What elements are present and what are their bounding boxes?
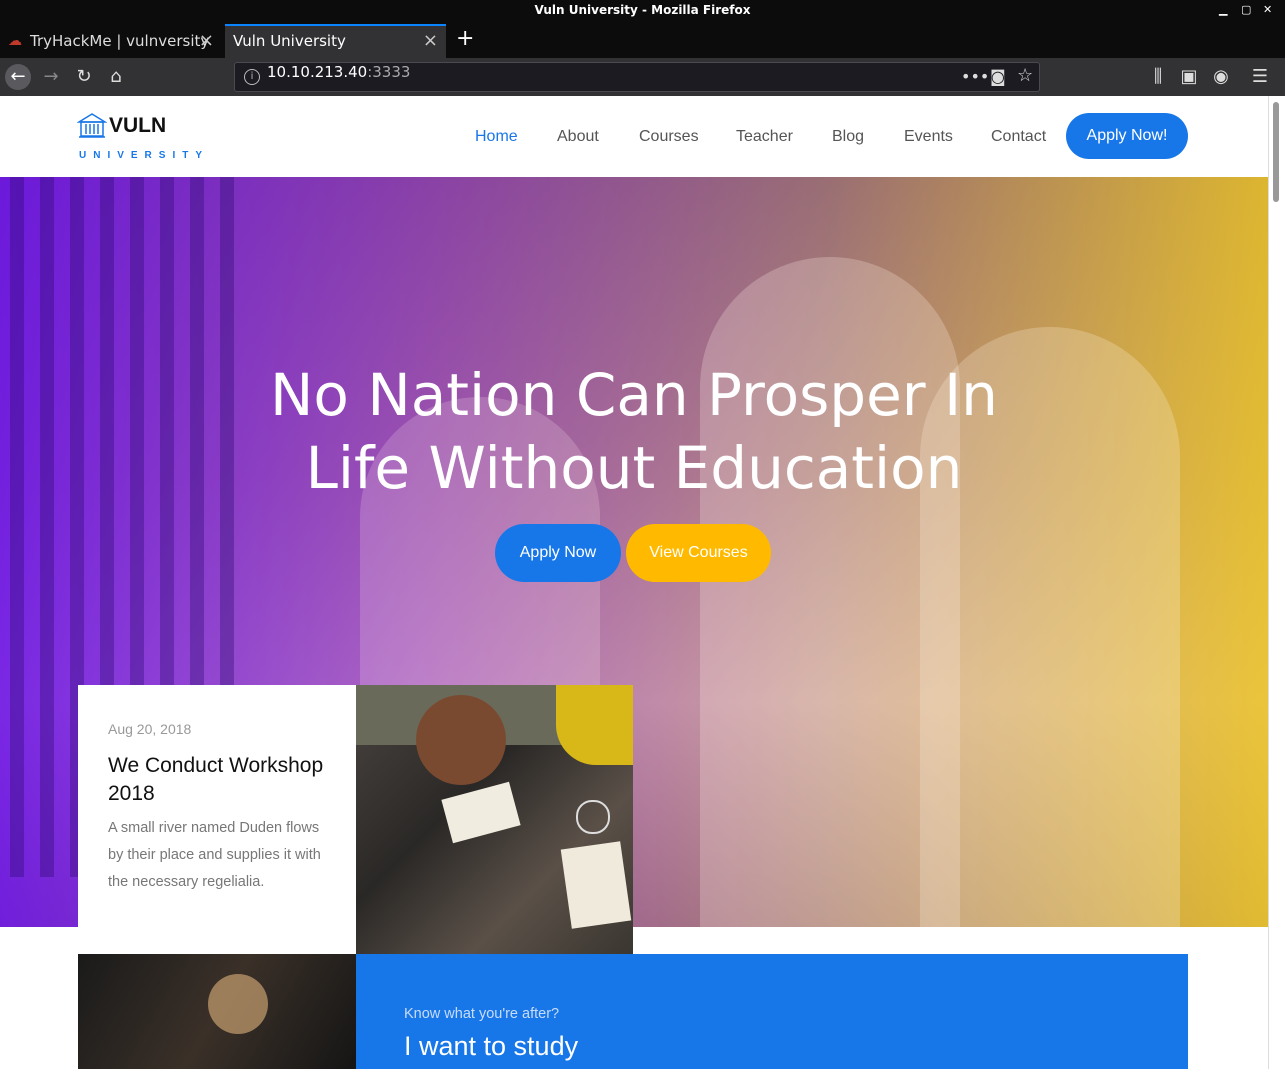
hero-heading: No Nation Can Prosper In Life Without Ed…: [0, 359, 1268, 505]
hero-heading-line2: Life Without Education: [305, 434, 963, 502]
apply-now-button[interactable]: Apply Now: [495, 524, 621, 582]
reload-icon[interactable]: ↻: [71, 64, 97, 90]
event-title[interactable]: We Conduct Workshop 2018: [108, 752, 328, 808]
tab-vuln-university[interactable]: Vuln University ×: [225, 24, 446, 58]
page-scrollbar[interactable]: [1268, 96, 1285, 1069]
library-icon[interactable]: ⫼: [1145, 64, 1171, 90]
site-header: VULN UNIVERSITY Home About Courses Teach…: [0, 96, 1268, 177]
nav-teacher[interactable]: Teacher: [736, 128, 793, 146]
scrollbar-thumb[interactable]: [1273, 102, 1279, 202]
cta-kicker: Know what you're after?: [404, 1006, 560, 1022]
apply-now-nav-button[interactable]: Apply Now!: [1066, 113, 1188, 159]
university-building-icon: [76, 113, 108, 138]
url-host: 10.10.213.40: [267, 63, 368, 81]
url-port: :3333: [367, 63, 411, 81]
photo-open-book: [441, 781, 521, 844]
nav-contact[interactable]: Contact: [991, 128, 1046, 146]
nav-home[interactable]: Home: [475, 128, 518, 146]
photo-cup: [576, 800, 610, 834]
home-icon[interactable]: ⌂: [103, 64, 129, 90]
nav-courses[interactable]: Courses: [639, 128, 699, 146]
new-tab-icon[interactable]: +: [456, 26, 474, 51]
nav-events[interactable]: Events: [904, 128, 953, 146]
site-logo[interactable]: VULN UNIVERSITY: [76, 110, 202, 161]
close-tab-icon[interactable]: ×: [199, 24, 214, 58]
forward-icon[interactable]: →: [38, 64, 64, 90]
view-courses-button[interactable]: View Courses: [626, 524, 771, 582]
workshop-photo: [356, 685, 633, 954]
shelf-decoration: [40, 177, 54, 877]
nav-about[interactable]: About: [557, 128, 599, 146]
event-card[interactable]: Aug 20, 2018 We Conduct Workshop 2018 A …: [78, 685, 356, 954]
maximize-icon[interactable]: ▢: [1241, 3, 1251, 17]
logo-name: VULN: [109, 114, 167, 137]
back-icon[interactable]: ←: [5, 64, 31, 90]
minimize-icon[interactable]: ▁: [1219, 3, 1227, 17]
bookmark-star-icon[interactable]: ☆: [1017, 65, 1033, 86]
tryhackme-favicon-icon: ☁: [8, 33, 22, 49]
hero-heading-line1: No Nation Can Prosper In: [270, 361, 998, 429]
event-date: Aug 20, 2018: [108, 721, 192, 737]
tab-label: TryHackMe | vulnversity: [30, 32, 210, 50]
shelf-decoration: [10, 177, 24, 877]
close-tab-icon[interactable]: ×: [423, 26, 438, 56]
cta-headline: I want to study: [404, 1031, 579, 1061]
url-text[interactable]: 10.10.213.40:3333: [267, 63, 410, 81]
nav-toolbar: ← → ↻ ⌂ i 10.10.213.40:3333 ••• ◙ ☆ ⫼ ▣ …: [0, 58, 1285, 96]
window-titlebar: Vuln University - Mozilla Firefox ▁ ▢ ✕: [0, 0, 1285, 22]
photo-yellow-shirt: [556, 685, 633, 765]
photo-book: [560, 841, 632, 929]
info-icon[interactable]: i: [244, 69, 260, 85]
sidebar-icon[interactable]: ▣: [1176, 64, 1202, 90]
photo-person: [416, 695, 506, 785]
event-description: A small river named Duden flows by their…: [108, 820, 321, 890]
study-photo: [78, 954, 356, 1069]
close-window-icon[interactable]: ✕: [1263, 3, 1272, 17]
tab-strip: ☁ TryHackMe | vulnversity × Vuln Univers…: [0, 22, 1285, 58]
account-icon[interactable]: ◉: [1208, 64, 1234, 90]
web-page: VULN UNIVERSITY Home About Courses Teach…: [0, 96, 1268, 1069]
page-actions-icon[interactable]: •••: [961, 67, 989, 86]
logo-subtitle: UNIVERSITY: [79, 150, 210, 161]
cta-section: Know what you're after? I want to study: [356, 954, 1188, 1069]
nav-blog[interactable]: Blog: [832, 128, 864, 146]
tab-tryhackme[interactable]: ☁ TryHackMe | vulnversity ×: [4, 24, 222, 58]
pocket-icon[interactable]: ◙: [990, 67, 1006, 86]
tab-label: Vuln University: [233, 32, 346, 50]
menu-icon[interactable]: ☰: [1247, 64, 1273, 90]
photo-cup-blur: [208, 974, 268, 1034]
address-bar[interactable]: i 10.10.213.40:3333 ••• ◙ ☆: [234, 62, 1040, 92]
window-title: Vuln University - Mozilla Firefox: [534, 3, 751, 17]
